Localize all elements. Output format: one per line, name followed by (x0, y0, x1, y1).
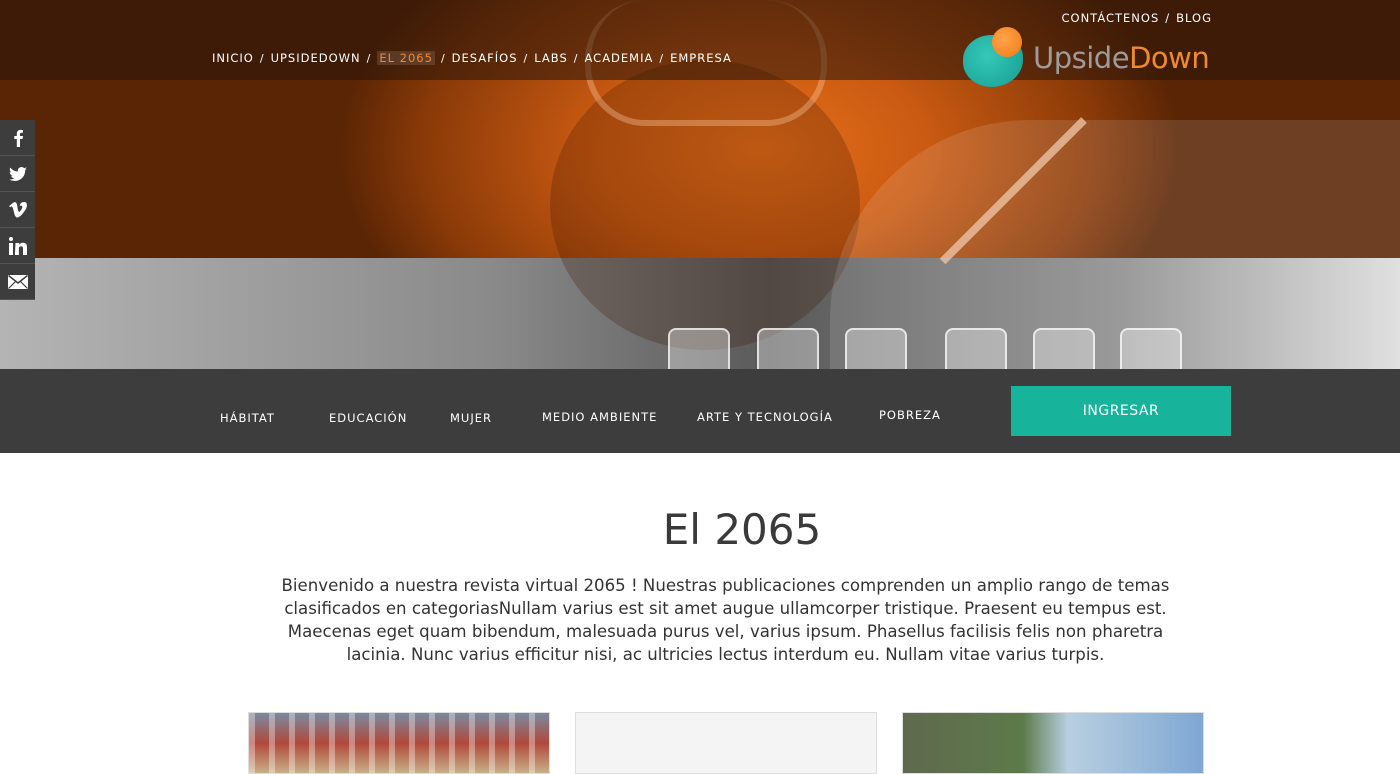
logo-down: Down (1129, 41, 1210, 75)
facebook-icon[interactable] (0, 120, 35, 156)
hero-coat-shape (830, 120, 1400, 369)
category-arte-y-tecnologia[interactable]: ARTE Y TECNOLOGÍA (697, 410, 833, 424)
nav-separator: / (440, 51, 446, 65)
category-medio-ambiente[interactable]: MEDIO AMBIENTE (542, 410, 657, 424)
hero-test-tube (845, 328, 907, 369)
logo-wordmark: UpsideDown (1033, 41, 1210, 75)
intro-paragraph: Bienvenido a nuestra revista virtual 206… (281, 576, 1170, 664)
email-icon[interactable] (0, 264, 35, 300)
hero-test-tube (1033, 328, 1095, 369)
hero-test-tube (757, 328, 819, 369)
nav-separator: / (659, 51, 665, 65)
nav-upsidedown[interactable]: UPSIDEDOWN (271, 51, 361, 65)
nav-desafios[interactable]: DESAFÍOS (452, 51, 518, 65)
nav-separator: / (1165, 11, 1171, 25)
logo-upside: Upside (1033, 41, 1130, 75)
main-nav: INICIO / UPSIDEDOWN / EL 2065 / DESAFÍOS… (212, 51, 732, 65)
vimeo-icon[interactable] (0, 192, 35, 228)
linkedin-icon[interactable] (0, 228, 35, 264)
hero-test-tube (668, 328, 730, 369)
category-educacion[interactable]: EDUCACIÓN (329, 411, 407, 425)
utility-nav: CONTÁCTENOS / BLOG (1062, 11, 1213, 25)
nav-labs[interactable]: LABS (534, 51, 568, 65)
page-title: El 2065 (662, 505, 822, 554)
category-habitat[interactable]: HÁBITAT (220, 411, 275, 425)
nav-el-2065[interactable]: EL 2065 (377, 51, 435, 65)
nav-separator: / (259, 51, 265, 65)
nav-empresa[interactable]: EMPRESA (670, 51, 732, 65)
hero-test-tube (945, 328, 1007, 369)
brand-logo[interactable]: UpsideDown (963, 27, 1223, 89)
hero-test-tube (1120, 328, 1182, 369)
twitter-icon[interactable] (0, 156, 35, 192)
social-bar (0, 120, 35, 300)
ingresar-button[interactable]: INGRESAR (1011, 386, 1231, 436)
nav-academia[interactable]: ACADEMIA (585, 51, 654, 65)
nav-separator: / (523, 51, 529, 65)
nav-contactenos[interactable]: CONTÁCTENOS (1062, 11, 1160, 25)
nav-separator: / (573, 51, 579, 65)
category-pobreza[interactable]: POBREZA (879, 408, 941, 422)
category-mujer[interactable]: MUJER (450, 411, 492, 425)
nav-separator: / (366, 51, 372, 65)
nav-inicio[interactable]: INICIO (212, 51, 254, 65)
nav-blog[interactable]: BLOG (1176, 11, 1212, 25)
logo-dot-icon (992, 27, 1022, 57)
